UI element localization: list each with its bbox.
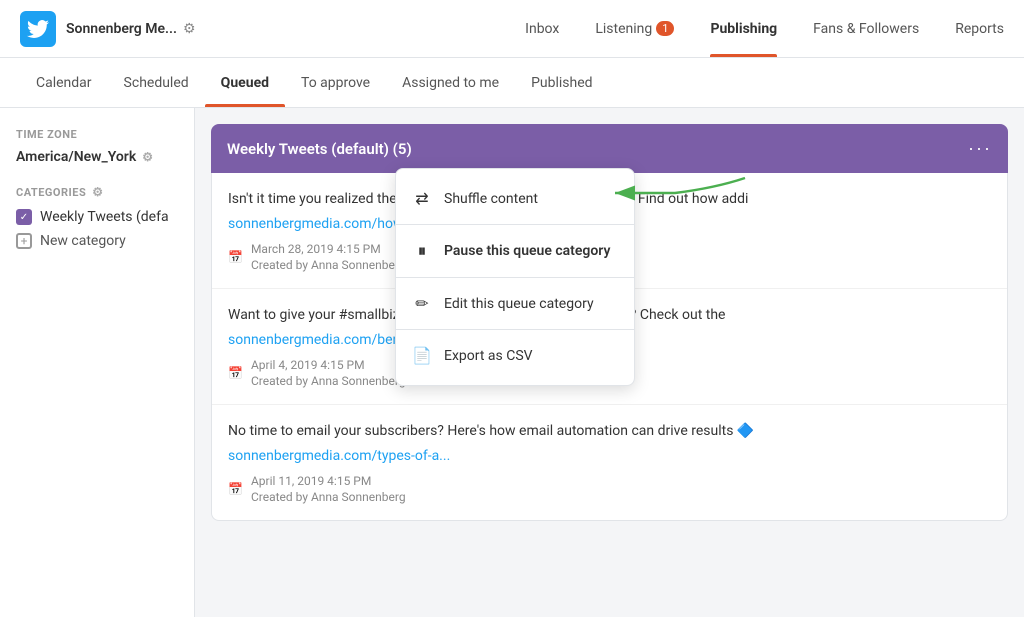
edit-icon: ✏ xyxy=(412,294,432,313)
dropdown-edit[interactable]: ✏ Edit this queue category xyxy=(396,282,634,325)
dropdown-divider-3 xyxy=(396,329,634,330)
category-checkbox[interactable] xyxy=(16,209,32,225)
top-navigation: Sonnenberg Me... ⚙ Inbox Listening 1 Pub… xyxy=(0,0,1024,58)
nav-inbox[interactable]: Inbox xyxy=(525,0,559,57)
categories-gear-icon[interactable]: ⚙ xyxy=(92,185,103,199)
queue-menu-button[interactable]: ··· xyxy=(968,138,992,159)
nav-reports[interactable]: Reports xyxy=(955,0,1004,57)
nav-fans-followers[interactable]: Fans & Followers xyxy=(813,0,919,57)
account-name: Sonnenberg Me... xyxy=(66,21,177,37)
dropdown-menu: ⇄ Shuffle content ⏸ Pause this queue cat… xyxy=(395,168,635,386)
tweet-text: No time to email your subscribers? Here'… xyxy=(228,421,991,442)
calendar-icon: 📅 xyxy=(228,250,243,264)
dropdown-export-label: Export as CSV xyxy=(444,348,533,364)
new-category-label: New category xyxy=(40,233,126,249)
tweet-meta: 📅 April 11, 2019 4:15 PM Created by Anna… xyxy=(228,474,991,504)
dropdown-divider-2 xyxy=(396,277,634,278)
tweet-link[interactable]: sonnenbergmedia.com/types-of-a... xyxy=(228,448,991,464)
twitter-logo xyxy=(20,11,56,47)
timezone-value: America/New_York ⚙ xyxy=(16,149,178,165)
queue-header: Weekly Tweets (default) (5) ··· xyxy=(211,124,1008,173)
calendar-icon: 📅 xyxy=(228,482,243,496)
dropdown-pause[interactable]: ⏸ Pause this queue category xyxy=(396,229,634,273)
sub-navigation: Calendar Scheduled Queued To approve Ass… xyxy=(0,58,1024,108)
listening-badge: 1 xyxy=(656,21,674,36)
calendar-icon: 📅 xyxy=(228,366,243,380)
main-layout: TIME ZONE America/New_York ⚙ CATEGORIES … xyxy=(0,108,1024,617)
tweet-author: Created by Anna Sonnenberg xyxy=(251,374,406,388)
export-icon: 📄 xyxy=(412,346,432,365)
tweet-author: Created by Anna Sonnenberg xyxy=(251,258,406,272)
dropdown-edit-label: Edit this queue category xyxy=(444,296,594,312)
subnav-assigned-to-me[interactable]: Assigned to me xyxy=(386,58,515,107)
queue-title: Weekly Tweets (default) (5) xyxy=(227,140,412,158)
plus-icon: + xyxy=(16,233,32,249)
timezone-label: TIME ZONE xyxy=(16,128,178,141)
shuffle-icon: ⇄ xyxy=(412,189,432,208)
dropdown-export[interactable]: 📄 Export as CSV xyxy=(396,334,634,377)
account-gear-icon[interactable]: ⚙ xyxy=(183,21,196,37)
tweet-author: Created by Anna Sonnenberg xyxy=(251,490,406,504)
categories-header: CATEGORIES ⚙ xyxy=(16,185,178,199)
pause-icon: ⏸ xyxy=(412,241,432,261)
dropdown-shuffle[interactable]: ⇄ Shuffle content xyxy=(396,177,634,220)
subnav-scheduled[interactable]: Scheduled xyxy=(108,58,205,107)
tweet-date: April 11, 2019 4:15 PM xyxy=(251,474,406,488)
category-label: Weekly Tweets (defa xyxy=(40,209,169,225)
sidebar: TIME ZONE America/New_York ⚙ CATEGORIES … xyxy=(0,108,195,617)
dropdown-overlay: ⇄ Shuffle content ⏸ Pause this queue cat… xyxy=(395,168,635,386)
nav-publishing[interactable]: Publishing xyxy=(710,0,777,57)
top-nav-links: Inbox Listening 1 Publishing Fans & Foll… xyxy=(525,0,1004,57)
dropdown-pause-label: Pause this queue category xyxy=(444,243,610,259)
timezone-gear-icon[interactable]: ⚙ xyxy=(142,150,153,164)
subnav-published[interactable]: Published xyxy=(515,58,608,107)
subnav-calendar[interactable]: Calendar xyxy=(20,58,108,107)
nav-listening[interactable]: Listening 1 xyxy=(595,0,674,57)
dropdown-divider xyxy=(396,224,634,225)
tweet-card: No time to email your subscribers? Here'… xyxy=(212,405,1007,520)
new-category-button[interactable]: + New category xyxy=(16,233,178,249)
dropdown-shuffle-label: Shuffle content xyxy=(444,191,538,207)
category-weekly-tweets[interactable]: Weekly Tweets (defa xyxy=(16,209,178,225)
subnav-queued[interactable]: Queued xyxy=(205,58,285,107)
subnav-to-approve[interactable]: To approve xyxy=(285,58,386,107)
content-area: Weekly Tweets (default) (5) ··· Isn't it… xyxy=(195,108,1024,617)
tweet-date: April 4, 2019 4:15 PM xyxy=(251,358,406,372)
tweet-date: March 28, 2019 4:15 PM xyxy=(251,242,406,256)
